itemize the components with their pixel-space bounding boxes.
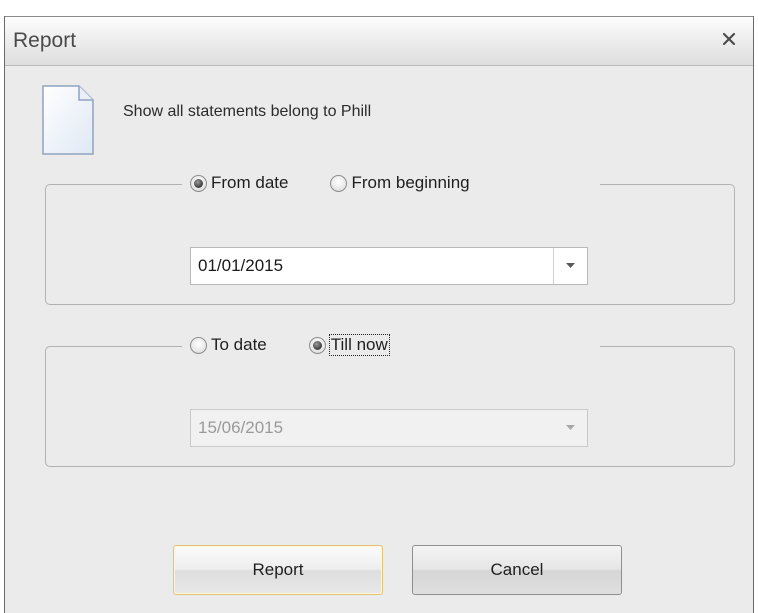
report-button[interactable]: Report [173,545,383,595]
radio-to-date-label: To date [211,335,267,354]
radio-button-checked[interactable] [190,174,207,192]
to-group: To date Till now 15/06/2015 [45,333,735,467]
report-dialog: Report Show all statements belong to Phi… [4,16,754,613]
description-text: Show all statements belong to Phill [123,103,372,120]
from-date-combo[interactable]: 01/01/2015 [190,247,588,285]
close-button[interactable] [713,23,745,55]
title-bar[interactable]: Report [5,16,753,66]
to-date-combo: 15/06/2015 [190,409,588,447]
radio-from-beginning[interactable]: From beginning [330,173,470,193]
cancel-button[interactable]: Cancel [412,545,622,595]
radio-from-beginning-label: From beginning [351,173,470,192]
radio-till-now[interactable]: Till now [308,334,390,356]
radio-button-checked[interactable] [308,336,326,354]
radio-from-date-label: From date [211,173,289,192]
document-icon [42,85,94,155]
from-options: From date From beginning [182,171,600,195]
radio-from-date[interactable]: From date [190,173,288,193]
radio-button-unchecked[interactable] [190,336,207,354]
from-group: From date From beginning 01/01/2015 [45,171,735,305]
to-date-dropdown-button [553,410,587,446]
chevron-down-icon [565,425,575,430]
close-icon [722,32,736,46]
radio-button-unchecked[interactable] [330,174,348,192]
chevron-down-icon [566,263,575,268]
to-date-value: 15/06/2015 [198,418,284,437]
radio-to-date[interactable]: To date [190,335,267,355]
radio-till-now-label: Till now [328,334,390,356]
from-date-dropdown-button[interactable] [553,248,587,284]
window-title: Report [13,29,77,52]
to-options: To date Till now [182,333,600,357]
from-date-value[interactable]: 01/01/2015 [191,256,553,276]
